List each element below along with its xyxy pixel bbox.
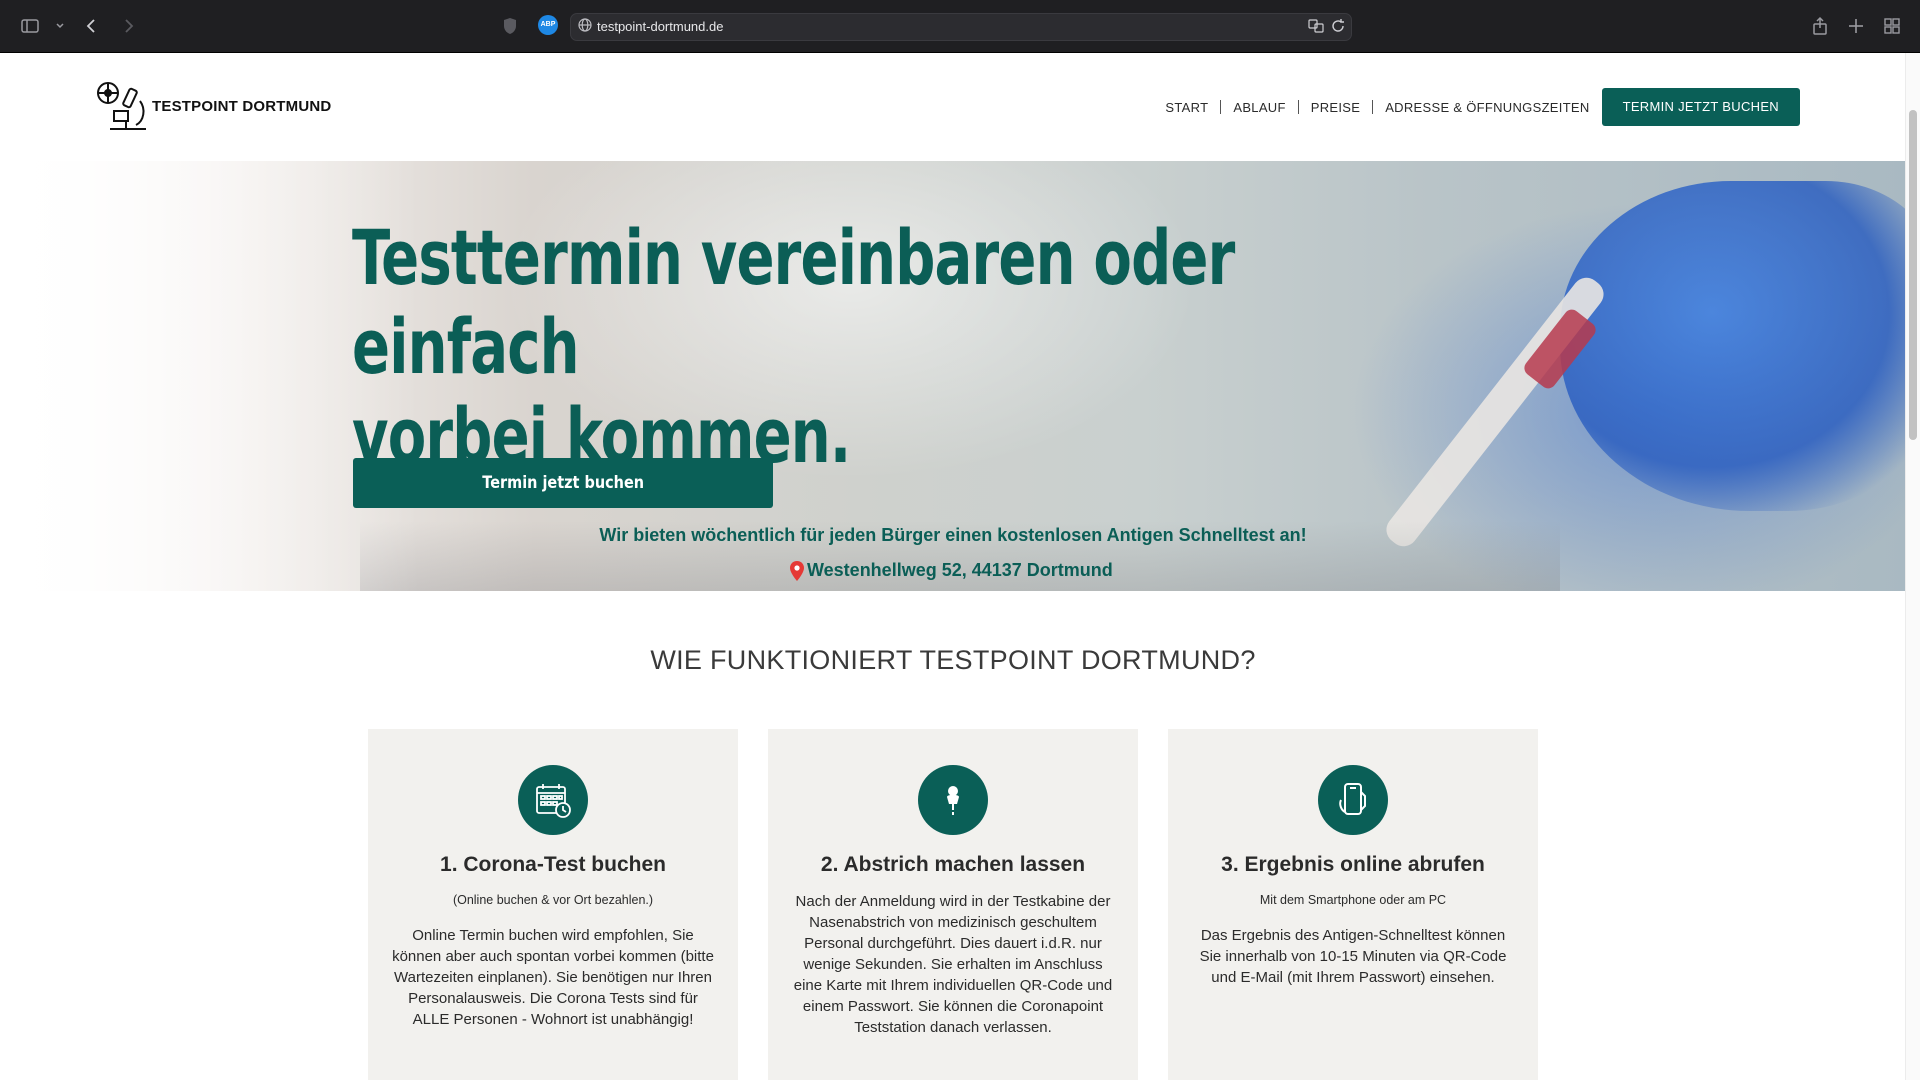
tab-overview-icon[interactable] (1882, 16, 1902, 36)
nav-divider (1372, 100, 1374, 114)
adblock-extension-icon[interactable]: ABP (538, 15, 558, 35)
step-card: 3. Ergebnis online abrufen Mit dem Smart… (1168, 729, 1538, 1080)
hero-section: Testtermin vereinbaren oder einfach vorb… (0, 161, 1906, 591)
scrollbar-thumb[interactable] (1909, 110, 1917, 440)
chevron-down-icon[interactable] (50, 16, 64, 36)
sidebar-toggle-icon[interactable] (20, 16, 40, 36)
site-header: TESTPOINT DORTMUND START ABLAUF PREISE A… (0, 53, 1906, 161)
reload-icon[interactable] (1329, 17, 1347, 35)
calendar-clock-icon (518, 765, 588, 835)
step-title: 1. Corona-Test buchen (440, 853, 666, 876)
hero-offer-text: Wir bieten wöchentlich für jeden Bürger … (599, 525, 1307, 545)
hero-book-button[interactable]: Termin jetzt buchen (353, 458, 773, 508)
brand-name[interactable]: TESTPOINT DORTMUND (152, 98, 331, 115)
nav-start[interactable]: START (1165, 100, 1208, 115)
browser-toolbar: ABP testpoint-dortmund.de (0, 0, 1920, 53)
new-tab-icon[interactable] (1846, 16, 1866, 36)
nav-ablauf[interactable]: ABLAUF (1233, 100, 1285, 115)
nav-divider (1297, 100, 1299, 114)
how-it-works-title: WIE FUNKTIONIERT TESTPOINT DORTMUND? (650, 645, 1256, 675)
step-card: 2. Abstrich machen lassen Nach der Anmel… (768, 729, 1138, 1080)
step-subtitle: Mit dem Smartphone oder am PC (1259, 893, 1447, 907)
microscope-logo-icon[interactable] (96, 81, 150, 133)
step-card: 1. Corona-Test buchen (Online buchen & v… (368, 729, 738, 1080)
web-page: TESTPOINT DORTMUND START ABLAUF PREISE A… (0, 53, 1906, 1080)
hero-title: Testtermin vereinbaren oder einfach vorb… (352, 213, 1254, 480)
hero-title-line: Testtermin vereinbaren oder einfach (352, 213, 1235, 391)
url-text[interactable]: testpoint-dortmund.de (597, 19, 723, 34)
step-title: 3. Ergebnis online abrufen (1221, 853, 1485, 876)
page-scrollbar[interactable] (1905, 53, 1920, 1080)
location-pin-icon (790, 560, 804, 581)
forward-icon[interactable] (118, 16, 138, 36)
share-icon[interactable] (1810, 16, 1830, 36)
nav-adresse[interactable]: ADRESSE & ÖFFNUNGSZEITEN (1385, 100, 1589, 115)
swab-test-icon (918, 765, 988, 835)
nav-preise[interactable]: PREISE (1311, 100, 1360, 115)
step-description: Das Ergebnis des Antigen-Schnelltest kön… (1199, 927, 1507, 986)
globe-icon (577, 17, 593, 33)
nav-divider (1220, 100, 1222, 114)
hero-book-button-label: Termin jetzt buchen (482, 473, 644, 493)
smartphone-icon (1318, 765, 1388, 835)
book-appointment-button[interactable]: TERMIN JETZT BUCHEN (1601, 88, 1800, 126)
step-description: Nach der Anmeldung wird in der Testkabin… (793, 893, 1113, 1036)
main-nav: START ABLAUF PREISE ADRESSE & ÖFFNUNGSZE… (1165, 88, 1800, 126)
privacy-shield-icon[interactable] (500, 16, 520, 36)
address-text: Westenhellweg 52, 44137 Dortmund (807, 560, 1113, 580)
translate-icon[interactable] (1307, 17, 1325, 35)
step-description: Online Termin buchen wird empfohlen, Sie… (392, 927, 714, 1028)
back-icon[interactable] (82, 16, 102, 36)
step-subtitle: (Online buchen & vor Ort bezahlen.) (452, 893, 654, 907)
step-title: 2. Abstrich machen lassen (820, 853, 1086, 876)
address-bar[interactable]: testpoint-dortmund.de (570, 13, 1352, 41)
hero-address[interactable]: Westenhellweg 52, 44137 Dortmund (790, 560, 1113, 581)
